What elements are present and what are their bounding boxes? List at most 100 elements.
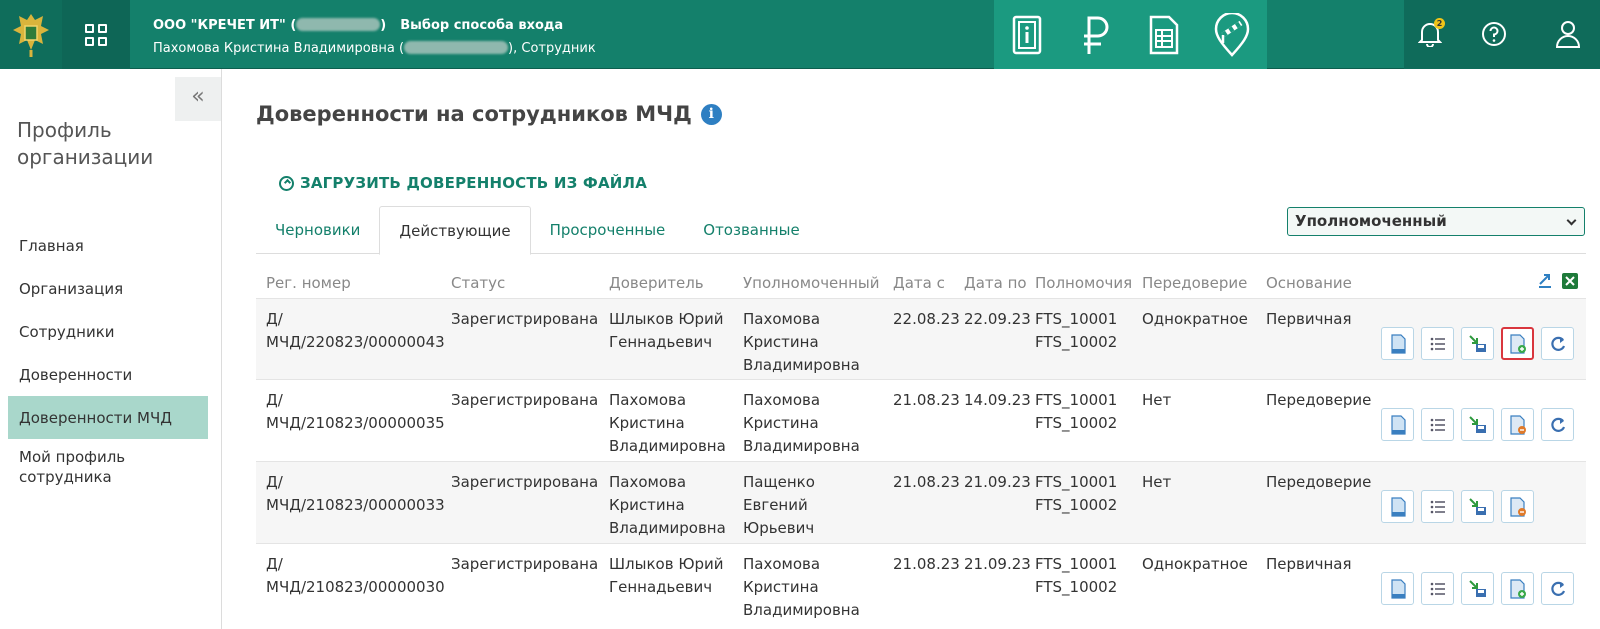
session-info: ООО "КРЕЧЕТ ИТ" () Выбор способа входа Па… — [153, 14, 596, 60]
profile-button[interactable] — [1546, 12, 1590, 56]
table-row[interactable]: Д/МЧД/210823/00000035 Зарегистрирована Пах… — [256, 379, 1586, 461]
table-row[interactable]: Д/МЧД/220823/00000043 Зарегистрирована Шлы… — [256, 298, 1586, 380]
cell-principal: Шлыков Юрий Геннадьевич — [609, 553, 724, 599]
checkpoint-service-button[interactable] — [1198, 0, 1266, 69]
add-document-button[interactable] — [1501, 572, 1534, 605]
export-xml-button[interactable] — [1461, 572, 1494, 605]
revoke-button[interactable] — [1541, 572, 1574, 605]
book-info-icon — [1012, 15, 1042, 54]
revoke-icon — [1550, 417, 1565, 432]
cell-principal-line: Шлыков Юрий — [609, 555, 724, 573]
cell-basis: Передоверие — [1266, 389, 1371, 412]
declarations-service-button[interactable] — [1130, 0, 1198, 69]
table-row[interactable]: Д/МЧД/210823/00000030 Зарегистрирована Шлы… — [256, 543, 1586, 625]
sidebar-item-employees[interactable]: Сотрудники — [8, 310, 208, 353]
apps-grid-button[interactable] — [62, 0, 130, 69]
tab-expired[interactable]: Просроченные — [531, 206, 685, 254]
top-header: ООО "КРЕЧЕТ ИТ" () Выбор способа входа Па… — [0, 0, 1600, 69]
cell-status: Зарегистрирована — [451, 553, 598, 576]
list-button[interactable] — [1421, 572, 1454, 605]
export-xml-button[interactable] — [1461, 490, 1494, 523]
add-document-button[interactable] — [1501, 327, 1534, 360]
export-download-icon[interactable] — [1536, 272, 1554, 290]
sidebar-item-organization[interactable]: Организация — [8, 267, 208, 310]
col-status[interactable]: Статус — [451, 274, 505, 292]
sidebar-item-powers-of-attorney[interactable]: Доверенности — [8, 353, 208, 396]
view-document-button[interactable] — [1381, 572, 1414, 605]
view-document-button[interactable] — [1381, 327, 1414, 360]
table-row[interactable]: Д/МЧД/210823/00000033 Зарегистрирована Пах… — [256, 461, 1586, 543]
add-document-button[interactable] — [1501, 490, 1534, 523]
payments-service-button[interactable] — [1062, 0, 1130, 69]
cell-date-from-line: 21.08.23 — [893, 391, 960, 409]
cell-powers: FTS_10001 FTS_10002 — [1035, 553, 1117, 599]
notifications-button[interactable]: 2 — [1408, 12, 1452, 56]
cell-principal-line: Владимировна — [609, 437, 726, 455]
list-button[interactable] — [1421, 490, 1454, 523]
tab-active[interactable]: Действующие — [379, 206, 531, 255]
add-document-icon — [1509, 578, 1526, 599]
col-redelegation[interactable]: Передоверие — [1142, 274, 1247, 292]
cell-reg-number: Д/МЧД/210823/00000030 — [266, 553, 445, 599]
cell-reg-number: Д/МЧД/210823/00000035 — [266, 389, 445, 435]
cell-date-from-line: 21.08.23 — [893, 473, 960, 491]
tab-drafts[interactable]: Черновики — [256, 206, 379, 254]
cell-reg-number: Д/МЧД/210823/00000033 — [266, 471, 445, 517]
col-date-to[interactable]: Дата по — [964, 274, 1027, 292]
collapse-sidebar-button[interactable]: « — [175, 77, 221, 121]
cell-status: Зарегистрирована — [451, 389, 598, 412]
cell-reg-number-line: МЧД/220823/00000043 — [266, 333, 445, 351]
cell-reg-number-line: МЧД/210823/00000030 — [266, 578, 445, 596]
sidebar-item-mchd[interactable]: Доверенности МЧД — [8, 396, 208, 439]
tab-revoked[interactable]: Отозванные — [684, 206, 818, 254]
help-button[interactable] — [1472, 12, 1516, 56]
view-document-icon — [1390, 578, 1406, 599]
col-powers[interactable]: Полномочия — [1035, 274, 1132, 292]
cell-reg-number: Д/МЧД/220823/00000043 — [266, 308, 445, 354]
cell-basis: Первичная — [1266, 308, 1352, 331]
export-excel-icon[interactable] — [1561, 272, 1579, 290]
info-icon[interactable]: i — [700, 103, 722, 125]
upload-from-file-button[interactable]: ЗАГРУЗИТЬ ДОВЕРЕННОСТЬ ИЗ ФАЙЛА — [279, 174, 647, 192]
cell-redelegation-line: Однократное — [1142, 310, 1248, 328]
cell-status-line: Зарегистрирована — [451, 473, 599, 491]
sidebar-item-my-profile[interactable]: Мой профиль сотрудника — [8, 439, 208, 491]
col-agent[interactable]: Уполномоченный — [743, 274, 880, 292]
col-reg-number[interactable]: Рег. номер — [266, 274, 351, 292]
export-xml-button[interactable] — [1461, 408, 1494, 441]
add-document-button[interactable] — [1501, 408, 1534, 441]
login-method-link[interactable]: Выбор способа входа — [400, 18, 563, 33]
col-principal[interactable]: Доверитель — [609, 274, 704, 292]
view-document-button[interactable] — [1381, 490, 1414, 523]
list-button[interactable] — [1421, 408, 1454, 441]
view-document-button[interactable] — [1381, 408, 1414, 441]
cell-agent: Пахомова Кристина Владимировна — [743, 553, 860, 622]
cell-principal-line: Кристина — [609, 414, 685, 432]
list-button[interactable] — [1421, 327, 1454, 360]
cell-basis: Первичная — [1266, 553, 1352, 576]
revoke-button[interactable] — [1541, 408, 1574, 441]
org-name-tail: ) — [380, 18, 387, 33]
revoke-icon — [1550, 581, 1565, 596]
role-filter-select[interactable]: Уполномоченный — [1287, 207, 1585, 236]
col-date-from[interactable]: Дата с — [893, 274, 945, 292]
export-xml-button[interactable] — [1461, 327, 1494, 360]
sidebar-item-home[interactable]: Главная — [8, 224, 208, 267]
row-actions — [1381, 327, 1581, 360]
table-header: Рег. номер Статус Доверитель Уполномочен… — [256, 268, 1586, 298]
cell-reg-number-line: Д/ — [266, 391, 283, 409]
cell-agent-line: Кристина — [743, 333, 819, 351]
chevron-down-icon — [1566, 215, 1577, 226]
cell-date-from-line: 21.08.23 — [893, 555, 960, 573]
cell-principal-line: Пахомова — [609, 391, 687, 409]
cell-redelegation: Нет — [1142, 389, 1171, 412]
list-icon — [1430, 337, 1445, 350]
cell-principal-line: Владимировна — [609, 519, 726, 537]
document-table-icon — [1149, 15, 1179, 54]
notification-badge: 2 — [1434, 18, 1445, 29]
customs-emblem-icon[interactable] — [0, 0, 62, 69]
upload-arrow-icon — [279, 175, 294, 191]
col-basis[interactable]: Основание — [1266, 274, 1352, 292]
revoke-button[interactable] — [1541, 327, 1574, 360]
info-service-button[interactable] — [994, 0, 1062, 69]
